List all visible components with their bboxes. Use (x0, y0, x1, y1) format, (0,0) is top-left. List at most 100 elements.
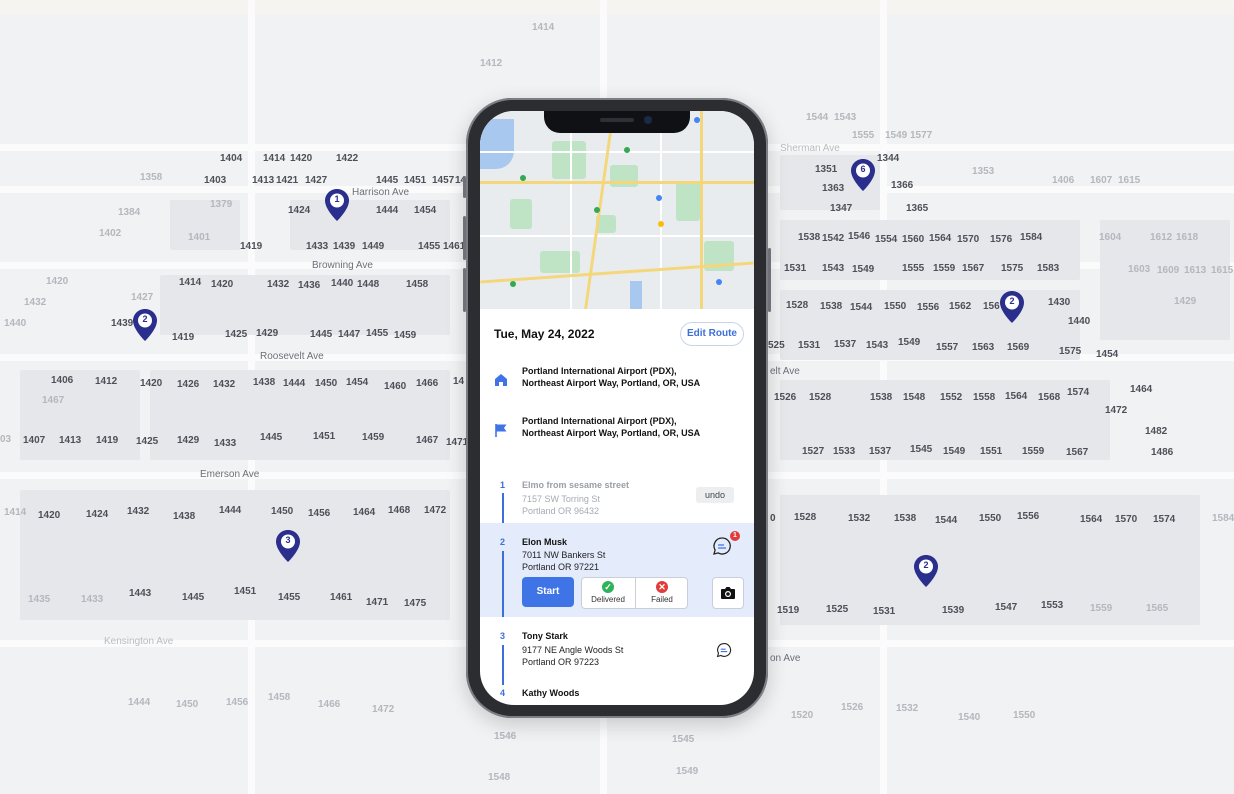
undo-button[interactable]: undo (696, 487, 734, 503)
route-date: Tue, May 24, 2022 (494, 327, 595, 341)
park-area (540, 251, 580, 273)
house-number: 1449 (362, 241, 385, 252)
house-number: 1457 (432, 175, 455, 186)
house-number: 1486 (1151, 447, 1174, 458)
house-number: 1615 (1211, 265, 1234, 276)
house-number: 1419 (172, 332, 195, 343)
house-number: 1584 (1212, 513, 1234, 524)
route-map[interactable] (480, 111, 754, 309)
house-number: 1559 (933, 263, 956, 274)
house-number: 1458 (268, 692, 291, 703)
stop-item[interactable]: 1 Elmo from sesame street 7157 SW Torrin… (480, 475, 754, 523)
house-number: 1615 (1118, 175, 1141, 186)
house-number: 1438 (253, 377, 276, 388)
stop-item-active[interactable]: 2 Elon Musk 7011 NW Bankers St Portland … (480, 523, 754, 617)
house-number: 1432 (24, 297, 47, 308)
delivery-status-toggle: ✓ Delivered ✕ Failed (581, 577, 688, 609)
house-number: 1436 (298, 280, 321, 291)
chat-icon[interactable] (712, 536, 732, 556)
timeline-line (502, 551, 504, 617)
house-number: 1532 (848, 513, 871, 524)
house-number: 1420 (46, 276, 69, 287)
address-line-1: 7157 SW Torring St (522, 494, 600, 504)
pin-label: 2 (923, 560, 929, 570)
house-number: 1384 (118, 207, 141, 218)
map-pin-icon[interactable]: 6 (850, 158, 876, 192)
map-pin-icon[interactable]: 2 (913, 554, 939, 588)
house-number: 1412 (95, 376, 118, 387)
house-number: 1544 (850, 302, 873, 313)
start-button[interactable]: Start (522, 577, 574, 607)
house-number: 1546 (494, 731, 517, 742)
house-number: 1538 (820, 301, 843, 312)
house-number: 1471 (366, 597, 389, 608)
house-number: 1404 (220, 153, 243, 164)
house-number: 1555 (852, 130, 875, 141)
house-number: 1445 (182, 592, 205, 603)
house-number: 1570 (1115, 514, 1138, 525)
house-number: 1425 (136, 436, 159, 447)
house-number: 1531 (784, 263, 807, 274)
house-number: 1562 (949, 301, 972, 312)
house-number: 1461 (330, 592, 353, 603)
address-line-1: 9177 NE Angle Woods St (522, 645, 624, 655)
map-pin-icon[interactable]: 1 (324, 188, 350, 222)
failed-button[interactable]: ✕ Failed (635, 578, 688, 608)
house-number: 1544 (806, 112, 829, 123)
house-number: 1466 (416, 378, 439, 389)
stop-item[interactable]: 4 Kathy Woods (480, 681, 754, 705)
delivered-button[interactable]: ✓ Delivered (582, 578, 634, 608)
house-number: 1365 (906, 203, 929, 214)
pin-label: 2 (142, 314, 148, 324)
house-number: 1435 (28, 594, 51, 605)
house-number: 1547 (995, 602, 1018, 613)
pin-label: 6 (860, 164, 866, 174)
poi-marker (624, 147, 630, 153)
house-number: 1454 (1096, 349, 1119, 360)
stop-name: Elon Musk (522, 537, 568, 547)
house-number: 1526 (841, 702, 864, 713)
start-location[interactable]: Portland International Airport (PDX), No… (494, 365, 744, 405)
house-number: 1363 (822, 183, 845, 194)
edit-route-button[interactable]: Edit Route (680, 322, 744, 346)
house-number: 1575 (1001, 263, 1024, 274)
house-number: 1538 (894, 513, 917, 524)
camera-button[interactable] (712, 577, 744, 609)
house-number: 1574 (1067, 387, 1090, 398)
house-number: 1461 (443, 241, 466, 252)
house-number: 1564 (1005, 391, 1028, 402)
address-line-1: 7011 NW Bankers St (522, 550, 606, 560)
map-pin-icon[interactable]: 2 (999, 290, 1025, 324)
house-number: 1552 (940, 392, 963, 403)
street-label: Browning Ave (312, 260, 373, 271)
map-pin-icon[interactable]: 3 (275, 529, 301, 563)
street (570, 111, 572, 309)
home-icon (495, 374, 507, 386)
end-location[interactable]: Portland International Airport (PDX), No… (494, 415, 744, 455)
stop-index: 2 (500, 537, 506, 547)
house-number: 1439 (333, 241, 356, 252)
phone-button (768, 248, 771, 312)
house-number: 1559 (1022, 446, 1045, 457)
house-number: 1475 (404, 598, 427, 609)
house-number: 1560 (902, 234, 925, 245)
house-number: 1567 (962, 263, 985, 274)
house-number: 1413 (59, 435, 82, 446)
house-number: 1607 (1090, 175, 1113, 186)
house-number: 1402 (99, 228, 122, 239)
stop-item[interactable]: 3 Tony Stark 9177 NE Angle Woods St Port… (480, 617, 754, 685)
house-number: 1526 (774, 392, 797, 403)
chat-icon[interactable] (716, 642, 732, 658)
map-pin-icon[interactable]: 2 (132, 308, 158, 342)
highway (700, 111, 703, 309)
house-number: 1482 (1145, 426, 1168, 437)
house-number: 1444 (376, 205, 399, 216)
house-number: 1563 (972, 342, 995, 353)
house-number: 1450 (176, 699, 199, 710)
house-number: 1455 (366, 328, 389, 339)
house-number: 1564 (1080, 514, 1103, 525)
house-number: 1445 (260, 432, 283, 443)
house-number: 1538 (870, 392, 893, 403)
house-number: 1603 (1128, 264, 1151, 275)
poi-marker (694, 117, 700, 123)
